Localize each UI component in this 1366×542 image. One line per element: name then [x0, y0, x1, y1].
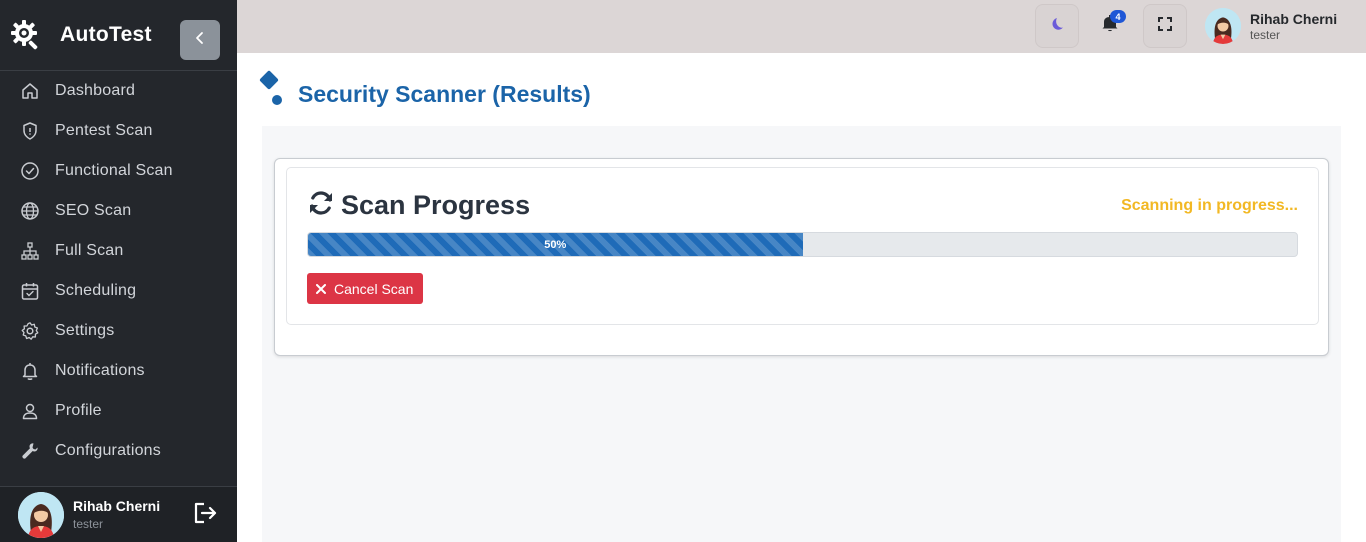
user-name: Rihab Cherni: [1250, 10, 1338, 27]
fullscreen-button[interactable]: [1143, 4, 1187, 48]
sidebar-item-scheduling[interactable]: Scheduling: [0, 271, 237, 311]
header-user-info: Rihab Cherni tester: [1250, 11, 1337, 42]
sidebar-item-dashboard[interactable]: Dashboard: [0, 71, 237, 111]
page-title: Security Scanner (Results): [298, 81, 591, 107]
fullscreen-icon: [1157, 16, 1173, 37]
scan-progress-title: Scan Progress: [341, 190, 531, 220]
sidebar-item-profile[interactable]: Profile: [0, 391, 237, 431]
sidebar-item-label: Functional Scan: [55, 162, 173, 179]
home-icon: [19, 80, 41, 102]
scan-status-text: Scanning in progress...: [1121, 197, 1298, 214]
sidebar-item-label: Full Scan: [55, 242, 124, 259]
scan-card: Scan Progress Scanning in progress... 50…: [274, 158, 1329, 356]
sidebar-item-configurations[interactable]: Configurations: [0, 431, 237, 471]
check-circle-icon: [19, 160, 41, 182]
avatar: [1205, 8, 1241, 44]
notifications-badge: 4: [1110, 10, 1126, 23]
sidebar-item-full-scan[interactable]: Full Scan: [0, 231, 237, 271]
calendar-check-icon: [19, 280, 41, 302]
user-role: tester: [1250, 27, 1281, 42]
sidebar-item-label: Scheduling: [55, 282, 137, 299]
sidebar-item-label: SEO Scan: [55, 202, 132, 219]
sidebar-item-label: Dashboard: [55, 82, 136, 99]
chevron-left-icon: [193, 31, 207, 50]
app-name: AutoTest: [60, 23, 152, 46]
sidebar-user-panel: Rihab Cherni tester: [0, 486, 237, 542]
sidebar: AutoTest Dashboard Pentest Scan Function…: [0, 0, 237, 542]
logout-button[interactable]: [192, 501, 220, 529]
sidebar-item-label: Configurations: [55, 442, 161, 459]
globe-icon: [19, 200, 41, 222]
top-bar: 4 Rihab Cherni tester: [237, 0, 1366, 53]
user-name: Rihab Cherni: [73, 498, 161, 514]
header-user-menu[interactable]: Rihab Cherni tester: [1205, 8, 1337, 44]
notifications-button[interactable]: 4: [1097, 10, 1126, 40]
moon-icon: [1049, 16, 1065, 37]
sync-icon: [307, 190, 335, 221]
sidebar-nav: Dashboard Pentest Scan Functional Scan S…: [0, 71, 237, 471]
sidebar-item-functional-scan[interactable]: Functional Scan: [0, 151, 237, 191]
dark-mode-toggle-button[interactable]: [1035, 4, 1079, 48]
user-icon: [19, 400, 41, 422]
brand: AutoTest: [0, 0, 237, 71]
sidebar-item-settings[interactable]: Settings: [0, 311, 237, 351]
scan-progress-header: Scan Progress: [307, 190, 530, 221]
sidebar-item-pentest-scan[interactable]: Pentest Scan: [0, 111, 237, 151]
logout-icon: [193, 501, 219, 530]
shield-icon: [19, 120, 41, 142]
gear-search-logo-icon: [10, 19, 42, 51]
scan-progress-bar: 50%: [307, 232, 1298, 257]
scan-progress-label: 50%: [544, 238, 567, 251]
sidebar-item-notifications[interactable]: Notifications: [0, 351, 237, 391]
user-role: tester: [73, 517, 104, 531]
sidebar-user-info: Rihab Cherni tester: [73, 498, 160, 531]
avatar[interactable]: [18, 491, 64, 538]
gear-icon: [19, 320, 41, 342]
diamond-dots-icon: [258, 70, 288, 115]
sidebar-item-seo-scan[interactable]: SEO Scan: [0, 191, 237, 231]
scan-progress-fill: 50%: [308, 233, 803, 256]
sidebar-item-label: Notifications: [55, 362, 145, 379]
collapse-sidebar-button[interactable]: [180, 20, 220, 60]
wrench-icon: [19, 440, 41, 462]
sidebar-item-label: Pentest Scan: [55, 122, 153, 139]
close-icon: [316, 283, 326, 294]
cancel-scan-label: Cancel Scan: [334, 280, 414, 297]
bell-icon: [19, 360, 41, 382]
sidebar-item-label: Settings: [55, 322, 115, 339]
scan-progress-panel: Scan Progress Scanning in progress... 50…: [286, 167, 1319, 325]
page-header: Security Scanner (Results): [258, 70, 591, 115]
sitemap-icon: [19, 240, 41, 262]
cancel-scan-button[interactable]: Cancel Scan: [307, 273, 424, 304]
sidebar-item-label: Profile: [55, 402, 102, 419]
